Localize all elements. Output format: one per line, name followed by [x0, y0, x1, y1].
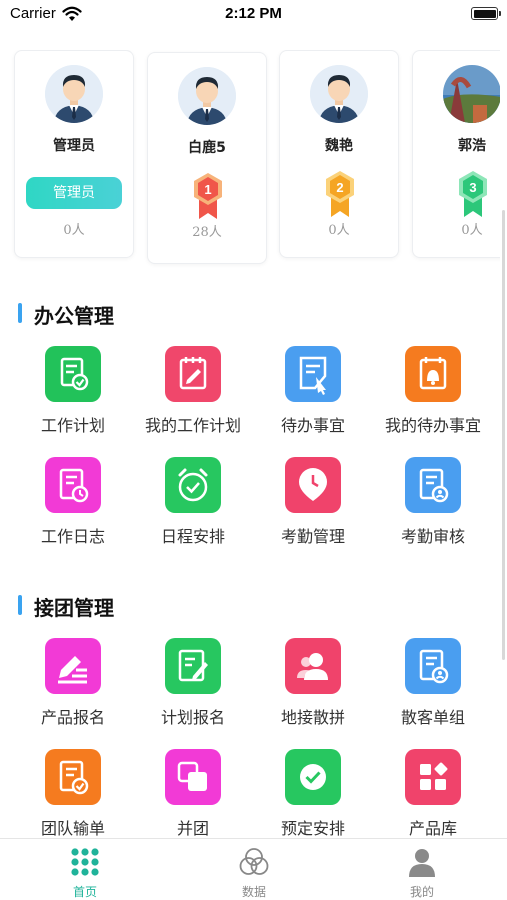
- menu-item-attendance-review[interactable]: 考勤审核: [373, 457, 493, 557]
- clock-pin-icon: [285, 457, 341, 513]
- user-count: 28人: [192, 225, 222, 240]
- menu-item-product-signup[interactable]: 产品报名: [13, 638, 133, 738]
- work-log-icon: [45, 457, 101, 513]
- menu-item-booking[interactable]: 预定安排: [253, 749, 373, 849]
- menu-item-label: 产品库: [408, 819, 457, 838]
- tab-home[interactable]: 首页: [25, 839, 145, 900]
- menu-item-attendance[interactable]: 考勤管理: [253, 457, 373, 557]
- menu-item-product-library[interactable]: 产品库: [373, 749, 493, 849]
- my-plan-icon: [165, 346, 221, 402]
- menu-item-label: 产品报名: [40, 708, 105, 727]
- apps-icon: [405, 749, 461, 805]
- menu-item-label: 我的工作计划: [144, 416, 241, 435]
- tab-label: 首页: [72, 885, 97, 899]
- my-todo-icon: [405, 346, 461, 402]
- attendance-review-icon: [405, 457, 461, 513]
- user-count: 0人: [328, 223, 350, 238]
- section-accent-bar: [18, 595, 22, 615]
- menu-item-schedule[interactable]: 日程安排: [133, 457, 253, 557]
- tab-label: 我的: [409, 885, 434, 899]
- section-accent-bar: [18, 303, 22, 323]
- clock-time: 2:12 PM: [225, 5, 282, 22]
- bottom-tab-bar: 首页 数据 我的: [0, 838, 507, 900]
- avatar: [443, 65, 500, 123]
- status-bar: Carrier 2:12 PM: [0, 0, 507, 30]
- menu-item-label: 计划报名: [160, 708, 225, 727]
- user-name: 白鹿5: [188, 140, 226, 156]
- check-circle-icon: [285, 749, 341, 805]
- user-card[interactable]: 白鹿5 1 28人: [147, 52, 267, 264]
- alarm-clock-icon: [165, 457, 221, 513]
- avatar: [310, 65, 368, 123]
- menu-item-my-work-plan[interactable]: 我的工作计划: [133, 346, 253, 446]
- tab-mine[interactable]: 我的: [362, 839, 482, 900]
- check-doc-icon: [45, 749, 101, 805]
- section-title-text: 接团管理: [34, 596, 114, 620]
- avatar: [178, 67, 236, 125]
- user-card[interactable]: 郭浩 3 0人: [412, 50, 500, 258]
- menu-item-work-plan[interactable]: 工作计划: [13, 346, 133, 446]
- user-doc-icon: [405, 638, 461, 694]
- battery-icon: [471, 7, 501, 20]
- menu-item-work-log[interactable]: 工作日志: [13, 457, 133, 557]
- user-name: 魏艳: [325, 138, 353, 154]
- menu-item-label: 我的待办事宜: [384, 416, 481, 435]
- person-icon: [409, 849, 435, 877]
- user-name: 管理员: [53, 138, 95, 154]
- tab-data[interactable]: 数据: [194, 839, 314, 900]
- tab-label: 数据: [241, 885, 266, 899]
- user-name: 郭浩: [458, 138, 486, 154]
- menu-item-merge-group[interactable]: 并团: [133, 749, 253, 849]
- section-title-text: 办公管理: [34, 304, 114, 328]
- menu-item-label: 考勤审核: [400, 527, 465, 546]
- menu-item-local-mix[interactable]: 地接散拼: [253, 638, 373, 738]
- users-icon: [285, 638, 341, 694]
- menu-item-label: 团队输单: [40, 819, 105, 838]
- menu-item-plan-signup[interactable]: 计划报名: [133, 638, 253, 738]
- merge-icon: [165, 749, 221, 805]
- rank-medal-icon: 2: [326, 171, 354, 217]
- user-card[interactable]: 魏艳 2 0人: [279, 50, 399, 258]
- menu-item-label: 待办事宜: [280, 416, 345, 435]
- edit-doc-icon: [165, 638, 221, 694]
- rank-medal-icon: 3: [459, 171, 487, 217]
- role-badge[interactable]: 管理员: [26, 177, 122, 209]
- menu-item-team-entry[interactable]: 团队输单: [13, 749, 133, 849]
- user-count: 0人: [461, 223, 483, 238]
- pen-list-icon: [45, 638, 101, 694]
- menu-item-label: 地接散拼: [280, 708, 345, 727]
- plan-icon: [45, 346, 101, 402]
- menu-item-individual-group[interactable]: 散客单组: [373, 638, 493, 738]
- user-card[interactable]: 管理员 管理员 0人: [14, 50, 134, 258]
- menu-item-label: 预定安排: [280, 819, 345, 838]
- user-cards-carousel[interactable]: 管理员 管理员 0人 白鹿5 1 28人 魏艳 2 0人 郭浩 3 0人: [0, 50, 500, 270]
- rank-number: 1: [204, 182, 211, 197]
- menu-item-todo[interactable]: 待办事宜: [253, 346, 373, 446]
- grid-dots-icon: [71, 848, 99, 876]
- menu-item-label: 工作日志: [40, 527, 105, 546]
- menu-item-label: 散客单组: [400, 708, 465, 727]
- menu-item-label: 日程安排: [160, 527, 225, 546]
- todo-icon: [285, 346, 341, 402]
- menu-item-label: 工作计划: [40, 416, 105, 435]
- circles-icon: [239, 848, 269, 875]
- scrollbar[interactable]: [502, 210, 505, 660]
- rank-number: 3: [469, 180, 476, 195]
- menu-item-my-todo[interactable]: 我的待办事宜: [373, 346, 493, 446]
- rank-medal-icon: 1: [194, 173, 222, 219]
- rank-number: 2: [336, 180, 343, 195]
- avatar: [45, 65, 103, 123]
- user-count: 0人: [63, 223, 85, 238]
- menu-item-label: 考勤管理: [280, 527, 345, 546]
- menu-item-label: 并团: [176, 819, 209, 838]
